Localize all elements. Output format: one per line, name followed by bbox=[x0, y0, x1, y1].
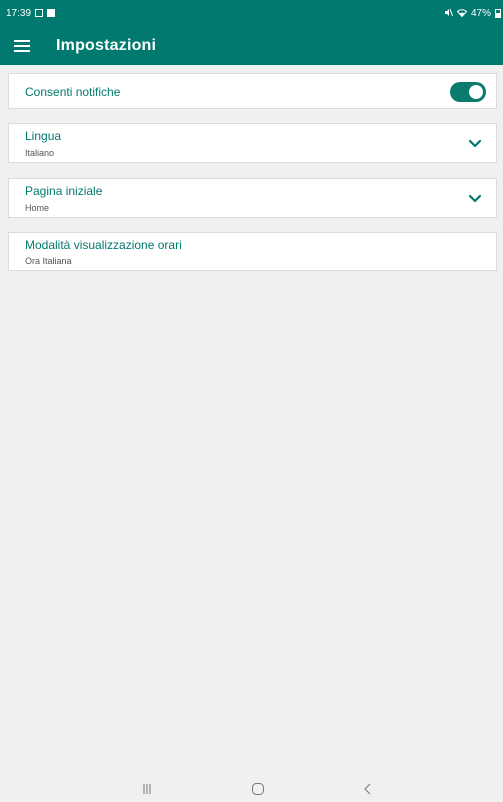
gallery-icon bbox=[35, 9, 44, 17]
status-bar: 17:39 47% bbox=[0, 0, 503, 26]
home-page-setting[interactable]: Pagina iniziale Home bbox=[8, 178, 497, 218]
download-icon bbox=[47, 9, 56, 17]
toggle-knob bbox=[469, 85, 483, 99]
language-value: Italiano bbox=[25, 148, 55, 158]
hamburger-menu-icon[interactable] bbox=[14, 39, 30, 52]
mute-icon bbox=[444, 8, 453, 19]
language-label: Lingua bbox=[25, 129, 62, 143]
navigation-bar bbox=[0, 776, 503, 802]
status-bar-right: 47% bbox=[444, 8, 501, 19]
status-time: 17:39 bbox=[6, 7, 32, 19]
battery-percentage: 47% bbox=[470, 7, 491, 19]
recent-apps-icon[interactable] bbox=[137, 779, 157, 799]
home-icon[interactable] bbox=[248, 779, 268, 799]
time-display-value: Ora Italiana bbox=[25, 256, 72, 266]
back-icon[interactable] bbox=[358, 779, 378, 799]
time-display-label: Modalità visualizzazione orari bbox=[25, 238, 182, 252]
battery-icon bbox=[495, 8, 501, 18]
chevron-down-icon[interactable] bbox=[468, 192, 482, 206]
notifications-setting[interactable]: Consenti notifiche bbox=[8, 73, 497, 109]
app-bar: Impostazioni bbox=[0, 26, 503, 65]
wifi-icon bbox=[456, 8, 468, 19]
home-page-value: Home bbox=[25, 203, 50, 213]
page-title: Impostazioni bbox=[56, 36, 157, 54]
notifications-toggle[interactable] bbox=[450, 82, 486, 102]
chevron-down-icon[interactable] bbox=[468, 137, 482, 151]
status-bar-left: 17:39 bbox=[6, 7, 56, 19]
notifications-label: Consenti notifiche bbox=[25, 85, 121, 99]
home-page-label: Pagina iniziale bbox=[25, 184, 103, 198]
time-display-setting[interactable]: Modalità visualizzazione orari Ora Itali… bbox=[8, 232, 497, 271]
language-setting[interactable]: Lingua Italiano bbox=[8, 123, 497, 163]
